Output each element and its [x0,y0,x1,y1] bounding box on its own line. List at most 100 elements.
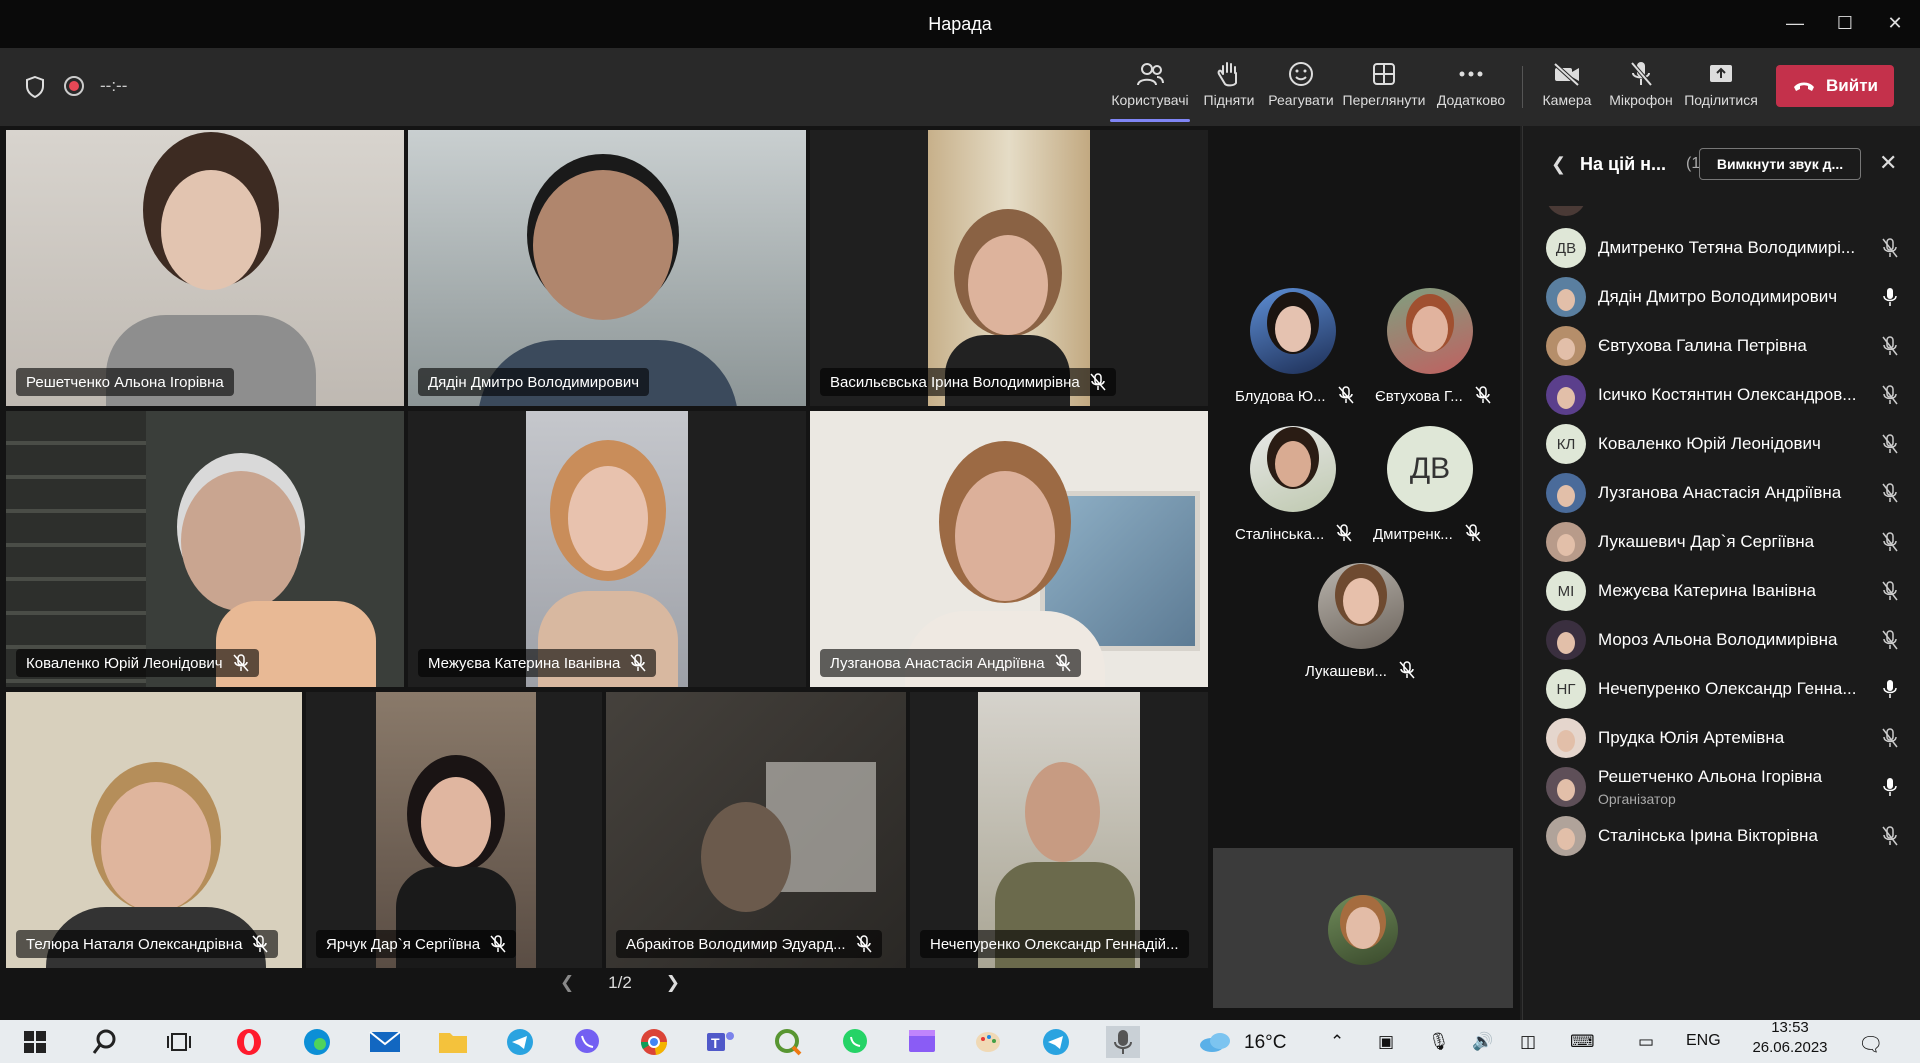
raise-hand-button[interactable]: Підняти [1203,58,1255,118]
avatar[interactable] [1318,563,1404,649]
react-button[interactable]: Реагувати [1268,58,1334,118]
avatar[interactable] [1250,426,1336,512]
folder-icon[interactable] [436,1026,470,1058]
avatar[interactable] [1250,288,1336,374]
mic-off-icon[interactable] [1881,581,1899,601]
chevron-right-icon[interactable]: ❯ [666,973,680,993]
tile-name: Межуєва Катерина Іванівна [428,654,621,672]
whatsapp-icon[interactable] [838,1026,872,1058]
view-button[interactable]: Переглянути [1343,58,1425,118]
participant-row[interactable]: Сталінська Ірина Вікторівна [1523,806,1920,866]
participant-name: Прудка Юлія Артемівна [1598,728,1785,747]
video-tile[interactable]: Лузганова Анастасія Андріївна [810,411,1208,687]
video-tile[interactable]: Телюра Наталя Олександрівна [6,692,302,968]
maximize-icon[interactable]: ☐ [1825,8,1865,38]
tile-name-tag: Межуєва Катерина Іванівна [418,649,657,677]
paint-icon[interactable] [972,1026,1006,1058]
participant-name: Дядін Дмитро Володимирович [1598,287,1838,306]
share-button[interactable]: Поділитися [1684,58,1758,118]
people-button[interactable]: Користувачі [1110,58,1190,122]
mic-button[interactable]: Мікрофон [1606,58,1676,118]
voice-recorder-icon[interactable] [1106,1026,1140,1058]
video-tile[interactable]: Абракітов Володимир Эдуард... [606,692,906,968]
mic-off-icon [1090,373,1106,391]
mic-icon[interactable] [1881,777,1899,797]
meet-now-icon[interactable]: ▣ [1378,1032,1394,1052]
react-label: Реагувати [1268,92,1334,108]
avatar[interactable] [1387,288,1473,374]
participant-list: ДВ Дмитренко Тетяна Володимирі... Дядін Дм… [1523,206,1920,1020]
shield-icon[interactable] [25,76,45,98]
cloud-icon[interactable] [1196,1026,1236,1058]
mic-off-icon[interactable] [1881,385,1899,405]
telegram-icon[interactable] [503,1026,537,1058]
volume-icon[interactable]: 🔊 [1472,1032,1493,1052]
close-icon[interactable]: ✕ [1879,150,1897,176]
clipchamp-icon[interactable] [905,1026,939,1058]
avatar-label: Дмитренк... [1373,524,1481,543]
recording-icon [64,76,84,96]
mic-off-icon[interactable] [1881,630,1899,650]
avatar-name: Лукашеви... [1305,663,1387,680]
people-icon [1137,63,1164,86]
avatar[interactable]: ДВ [1387,426,1473,512]
mic-icon[interactable] [1881,287,1899,307]
panel-title: На цій н... [1580,154,1667,174]
mic-off-icon [1055,654,1071,672]
mic-off-icon[interactable] [1881,532,1899,552]
avatar: МІ [1546,571,1586,611]
task-view-icon[interactable] [162,1026,196,1058]
microphone-icon[interactable]: 🎙 [1428,1032,1450,1052]
language-indicator[interactable]: ENG [1686,1032,1721,1050]
chevron-left-icon[interactable]: ❮ [560,973,574,993]
notification-icon[interactable]: 🗨 [1858,1032,1883,1057]
video-tile[interactable]: Межуєва Катерина Іванівна [408,411,806,687]
avatar [1546,718,1586,758]
video-tile[interactable]: Решетченко Альона Ігорівна [6,130,404,406]
telegram-icon[interactable] [1039,1026,1073,1058]
avatar-initials: ДВ [1555,239,1577,257]
mic-off-icon[interactable] [1881,336,1899,356]
avatar [1546,473,1586,513]
chevron-left-icon[interactable]: ❮ [1551,154,1566,175]
windows-start-icon[interactable] [18,1026,52,1058]
mute-all-button[interactable]: Вимкнути звук д... [1699,148,1861,180]
video-tile[interactable]: Ярчук Дар`я Сергіївна [306,692,602,968]
video-tile[interactable]: Нечепуренко Олександр Геннадій... [910,692,1208,968]
search-icon[interactable] [88,1026,122,1058]
keyboard-icon[interactable]: ⌨ [1570,1032,1595,1052]
mic-off-icon[interactable] [1881,826,1899,846]
tile-name-tag: Телюра Наталя Олександрівна [16,930,279,958]
avatar-name: Євтухова Г... [1375,388,1463,405]
close-icon[interactable]: ✕ [1875,8,1915,38]
video-tile[interactable]: Дядін Дмитро Володимирович [408,130,806,406]
avatar-name: Сталінська... [1235,526,1325,543]
mic-off-icon[interactable] [1881,434,1899,454]
video-tile[interactable]: Васильєвська Ірина Володимирівна [810,130,1208,406]
edge-icon[interactable] [300,1026,334,1058]
mic-off-icon[interactable] [1881,238,1899,258]
video-tile[interactable]: Коваленко Юрій Леонідович [6,411,404,687]
tile-name: Ярчук Дар`я Сергіївна [326,935,481,953]
camera-button[interactable]: Камера [1540,58,1594,118]
tile-name-tag: Ярчук Дар`я Сергіївна [316,930,517,958]
mic-icon[interactable] [1881,679,1899,699]
teams-icon[interactable]: T [704,1026,738,1058]
clock[interactable]: 13:53 26.06.2023 [1744,1018,1836,1058]
mail-icon[interactable] [368,1026,402,1058]
mic-off-icon[interactable] [1881,483,1899,503]
chevron-up-icon[interactable]: ⌃ [1330,1032,1344,1052]
opera-icon[interactable] [232,1026,266,1058]
more-button[interactable]: Додатково [1435,58,1507,118]
mic-off-icon [856,935,872,953]
mic-off-icon[interactable] [1881,728,1899,748]
minimize-icon[interactable]: — [1775,8,1815,38]
self-view[interactable] [1213,848,1513,1008]
leave-button[interactable]: Вийти [1776,65,1894,107]
display-icon[interactable]: ◫ [1520,1032,1536,1052]
qgis-icon[interactable] [771,1026,805,1058]
viber-icon[interactable] [570,1026,604,1058]
battery-icon[interactable]: ▭ [1638,1032,1654,1052]
chrome-icon[interactable] [637,1026,671,1058]
avatar [1546,277,1586,317]
